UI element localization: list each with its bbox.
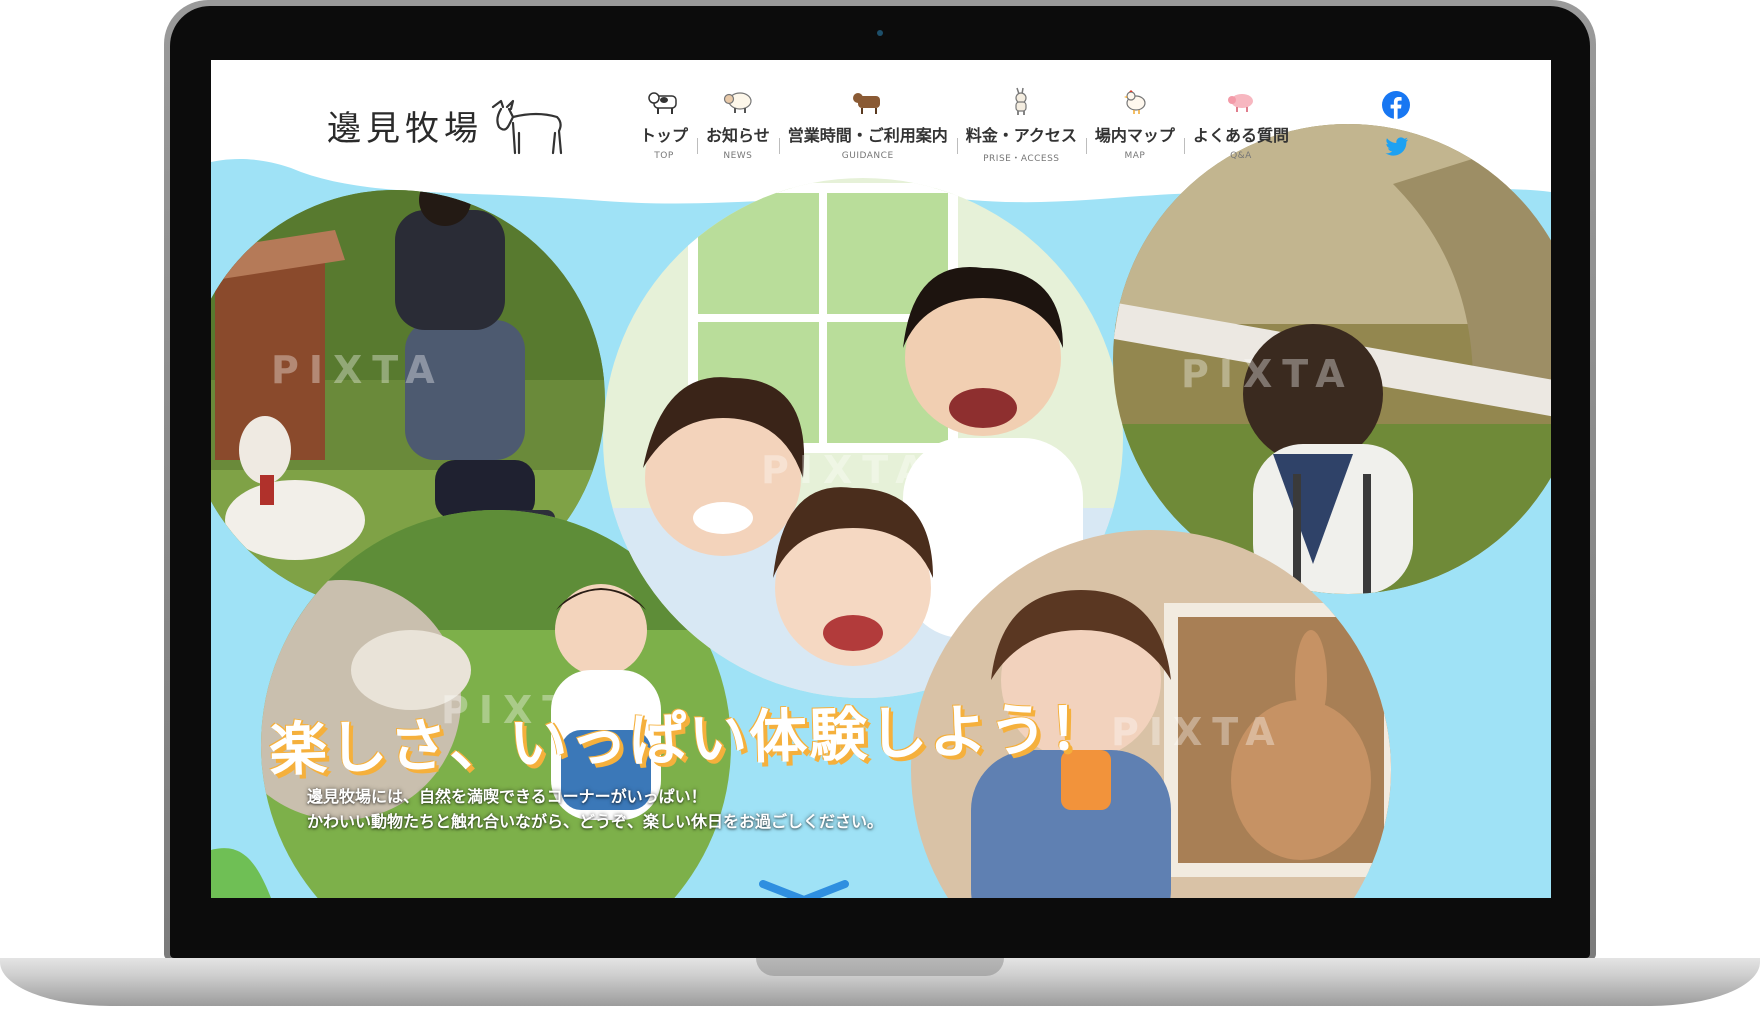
goat-icon — [1015, 87, 1027, 115]
nav-sub: TOP — [654, 151, 674, 161]
nav-item-faq[interactable]: よくある質問 Q&A — [1183, 86, 1298, 164]
nav-sub: GUIDANCE — [841, 151, 894, 161]
watermark-2: PIXTA — [761, 448, 935, 492]
chicken-icon — [1123, 90, 1146, 114]
nav-item-news[interactable]: お知らせ NEWS — [697, 86, 779, 164]
cow-icon — [648, 92, 677, 114]
nav-label: 場内マップ — [1094, 126, 1175, 145]
cow-logo-icon — [491, 99, 563, 155]
nav-item-guidance[interactable]: 営業時間・ご利用案内 GUIDANCE — [778, 86, 957, 164]
nav-label: お知らせ — [706, 126, 770, 145]
twitter-icon[interactable] — [1381, 132, 1411, 162]
watermark-3: PIXTA — [1181, 352, 1355, 396]
nav-label: 料金・アクセス — [965, 126, 1077, 145]
laptop-notch — [756, 958, 1004, 976]
nav-label: よくある質問 — [1192, 126, 1289, 145]
facebook-icon[interactable] — [1381, 90, 1411, 120]
camera-icon — [877, 30, 883, 36]
hero-lead-line-1: 邊見牧場には、自然を満喫できるコーナーがいっぱい！ — [307, 787, 707, 806]
watermark-1: PIXTA — [271, 348, 445, 392]
hero-lead: 邊見牧場には、自然を満喫できるコーナーがいっぱい！ かわいい動物たちと触れ合いな… — [307, 784, 883, 834]
nav-item-top[interactable]: トップ TOP — [631, 86, 697, 164]
hero-lead-line-2: かわいい動物たちと触れ合いながら、どうぞ、楽しい休日をお過ごしください。 — [307, 812, 884, 831]
site-logo[interactable]: 邊見牧場 — [327, 90, 569, 160]
nav-sub: Q&A — [1230, 151, 1252, 161]
sheep-icon — [723, 92, 752, 113]
nav-sub: PRISE・ACCESS — [983, 154, 1060, 164]
pig-icon — [1227, 94, 1253, 112]
website-screen: PIXTA PIXTA PIXTA PIXTA PIXTA 邊見牧場 トップ T… — [211, 60, 1551, 898]
nav-item-access[interactable]: 料金・アクセス PRISE・ACCESS — [956, 86, 1086, 164]
nav-sub: NEWS — [723, 151, 753, 161]
nav-label: トップ — [640, 126, 689, 145]
nav-label: 営業時間・ご利用案内 — [787, 126, 948, 145]
main-nav: トップ TOP お知らせ NEWS 営業時間・ご利用案内 GUIDANCE 料金… — [631, 86, 1298, 164]
nav-sub: MAP — [1124, 151, 1146, 161]
watermark-5: PIXTA — [1111, 710, 1285, 754]
logo-text: 邊見牧場 — [327, 108, 483, 149]
social-links — [1381, 90, 1411, 162]
nav-item-map[interactable]: 場内マップ MAP — [1085, 86, 1184, 164]
site-header: 邊見牧場 トップ TOP お知らせ NEWS 営業時間・ご利用案内 GUIDAN… — [211, 60, 1551, 200]
scroll-down-chevron-icon[interactable] — [759, 880, 849, 898]
brown-cow-icon — [852, 93, 880, 114]
